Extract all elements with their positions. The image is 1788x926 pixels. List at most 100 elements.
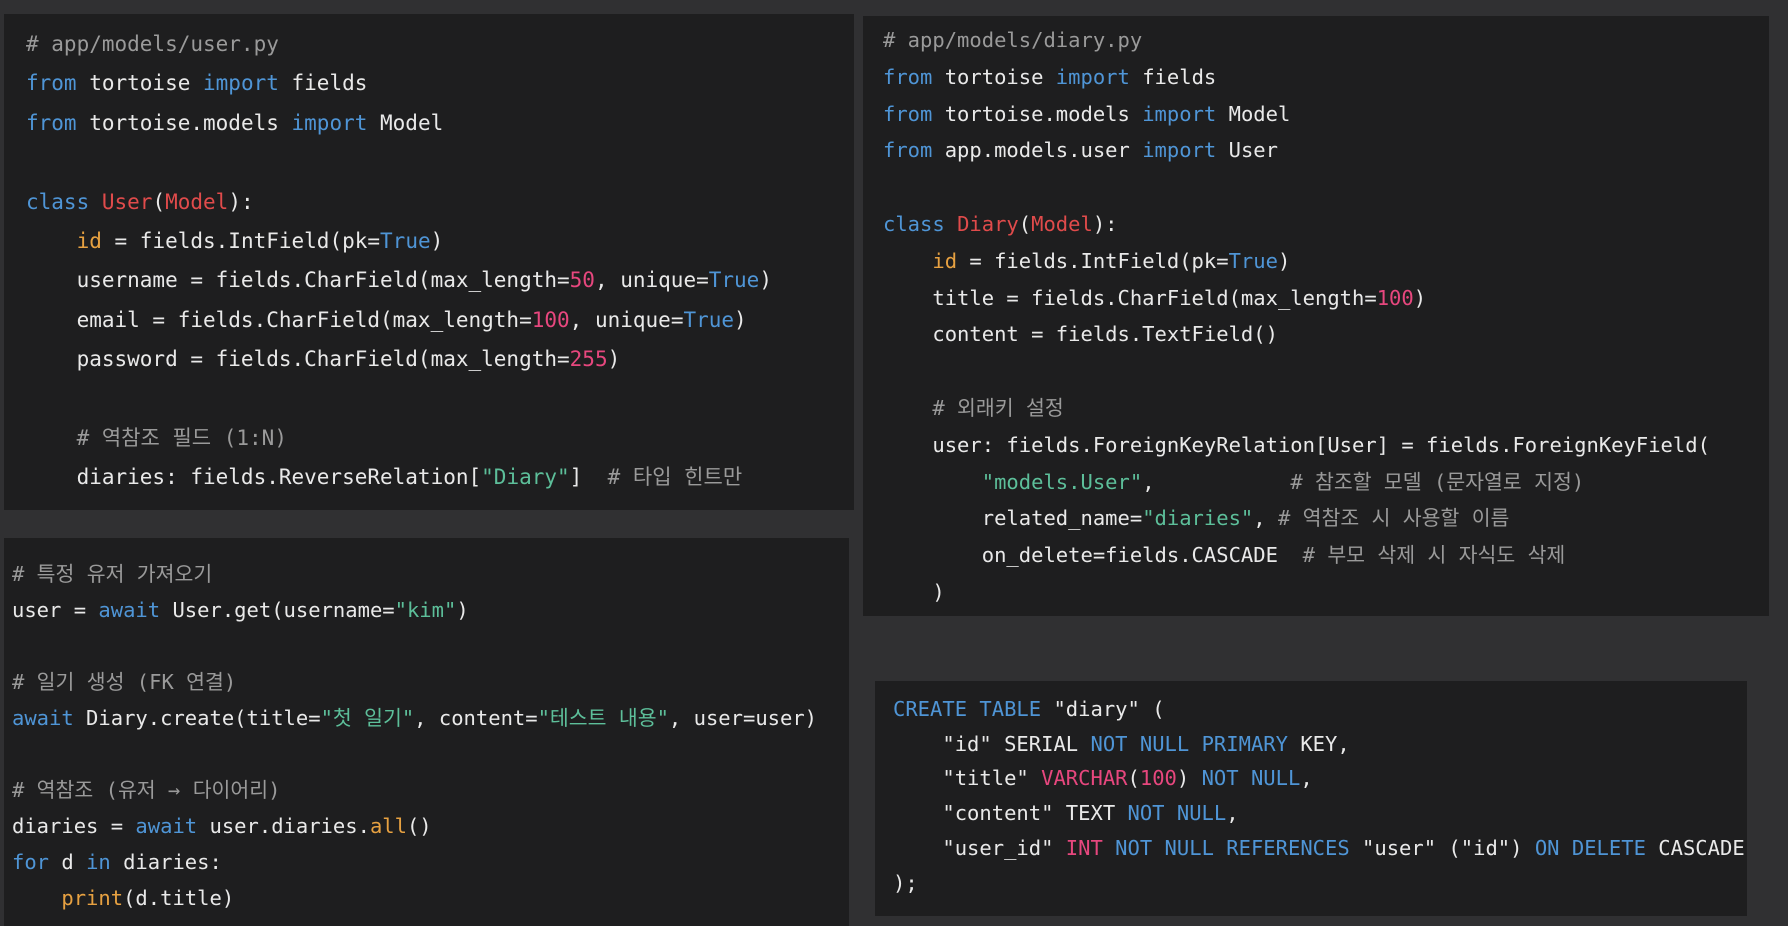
code-token: class [26, 189, 90, 214]
code-token: 255 [569, 347, 608, 372]
code-token: Model [367, 110, 444, 135]
code-line: # 특정 유저 가져오기 [12, 564, 212, 585]
code-line: title = fields.CharField(max_length=100) [883, 285, 1427, 310]
code-token: "diaries" [1142, 506, 1254, 531]
code-token: ): [1092, 212, 1118, 236]
code-token: # app/models/diary.py [883, 28, 1143, 52]
code-token: "Diary" [481, 465, 570, 490]
code-token: print [61, 886, 124, 910]
code-token: for [12, 850, 50, 874]
code-token: True [708, 268, 760, 293]
code-token: ) [1176, 766, 1202, 791]
code-line: password = fields.CharField(max_length=2… [26, 347, 621, 372]
code-token: content = fields.TextField() [883, 322, 1278, 347]
code-token: fields [1129, 64, 1217, 89]
code-line: "title" VARCHAR(100) NOT NULL, [893, 766, 1313, 791]
code-token: related_name= [883, 506, 1143, 531]
code-token: = fields.IntField(pk= [957, 248, 1229, 273]
code-line: "content" TEXT NOT NULL, [893, 801, 1239, 826]
code-line: # 일기 생성 (FK 연결) [12, 672, 236, 693]
code-token: # 역참조 (유저 → 다이어리) [12, 778, 281, 802]
code-token: user: fields.ForeignKeyRelation[User] = … [883, 432, 1710, 457]
code-token: "첫 일기" [320, 706, 415, 730]
code-token: User.get(username= [160, 598, 395, 622]
code-token: # 참조할 모델 (문자열로 지정) [1290, 469, 1585, 494]
code-token: , unique= [569, 307, 684, 332]
code-token: d [49, 850, 87, 874]
code-token: tortoise [76, 71, 204, 96]
code-token: (d.title) [123, 886, 235, 910]
code-token: title = fields.CharField(max_length= [883, 285, 1377, 310]
code-line: CREATE TABLE "diary" ( [893, 699, 1165, 720]
code-token: in [86, 850, 111, 874]
code-token: ( [152, 189, 166, 214]
diary-model-code-panel: # app/models/diary.py from tortoise impor… [863, 16, 1769, 616]
code-token: = fields.IntField(pk= [101, 229, 381, 253]
code-token: True [683, 307, 735, 332]
code-token: import [291, 110, 368, 135]
code-token: password = fields.CharField(max_length= [26, 347, 570, 372]
code-token: # 부모 삭제 시 자식도 삭제 [1302, 543, 1566, 568]
code-token: ): [228, 189, 254, 214]
code-line: related_name="diaries", # 역참조 시 사용할 이름 [883, 506, 1510, 531]
code-token: import [1142, 101, 1217, 126]
code-line: from tortoise import fields [26, 73, 367, 94]
code-token: ON DELETE [1534, 835, 1646, 860]
code-token: REFERENCES [1226, 835, 1350, 860]
code-token: NOT NULL [1127, 801, 1227, 826]
code-line: id = fields.IntField(pk=True) [883, 251, 1290, 272]
user-model-code-panel: # app/models/user.py from tortoise import… [4, 14, 854, 510]
code-token: "content" TEXT [893, 801, 1128, 826]
code-token: , user=user) [668, 706, 818, 730]
code-line: print(d.title) [12, 888, 234, 909]
code-token: User [1216, 138, 1278, 163]
code-token: 100 [1376, 285, 1414, 310]
code-token: "테스트 내용" [537, 706, 669, 730]
code-token: , [1300, 766, 1313, 791]
code-token: , [1226, 801, 1239, 826]
code-line: id = fields.IntField(pk=True) [26, 229, 444, 253]
code-line: content = fields.TextField() [883, 324, 1278, 345]
code-token: "user" ("id") [1349, 835, 1535, 860]
code-token: tortoise.models [932, 101, 1143, 126]
code-line: diaries = await user.diaries.all() [12, 816, 432, 837]
code-token: # app/models/user.py [26, 32, 279, 56]
code-token: "title" [893, 766, 1042, 791]
code-line: # app/models/diary.py [883, 30, 1142, 51]
code-token: 100 [531, 307, 570, 332]
code-token: "id" SERIAL [893, 731, 1091, 756]
sql-create-table-panel: CREATE TABLE "diary" ( "id" SERIAL NOT N… [875, 681, 1747, 916]
code-token: # 일기 생성 (FK 연결) [12, 670, 237, 694]
code-token: import [1142, 138, 1217, 163]
code-token: Diary.create(title= [73, 706, 321, 730]
code-token: all [369, 814, 407, 838]
code-line: ) [883, 582, 944, 603]
code-token: from [26, 71, 77, 96]
code-token: # 역참조 시 사용할 이름 [1277, 506, 1510, 531]
code-token: diaries: fields.ReverseRelation[ [26, 465, 482, 490]
code-line: "user_id" INT NOT NULL REFERENCES "user"… [893, 835, 1744, 860]
code-line: user = await User.get(username="kim") [12, 600, 469, 621]
code-token: diaries: [110, 850, 222, 874]
code-token: "kim" [394, 598, 457, 622]
code-token: User [101, 189, 153, 214]
code-token: fields [278, 71, 368, 96]
code-token: Model [1216, 101, 1291, 126]
code-token: 100 [1139, 766, 1177, 791]
code-line: "id" SERIAL NOT NULL PRIMARY KEY, [893, 731, 1349, 756]
code-token: tortoise.models [76, 110, 292, 135]
code-token: await [12, 706, 74, 730]
code-token: ) [1413, 285, 1427, 310]
code-token: diaries = [12, 814, 136, 838]
screenshot-canvas: { "theme": { "background": "#303032", "p… [0, 0, 1788, 926]
code-token: NOT NULL [1090, 731, 1190, 756]
code-token: True [1228, 248, 1278, 273]
code-token: ) [607, 347, 621, 372]
code-token: VARCHAR [1041, 766, 1128, 791]
code-token: id [932, 248, 958, 273]
code-token: from [883, 64, 933, 89]
